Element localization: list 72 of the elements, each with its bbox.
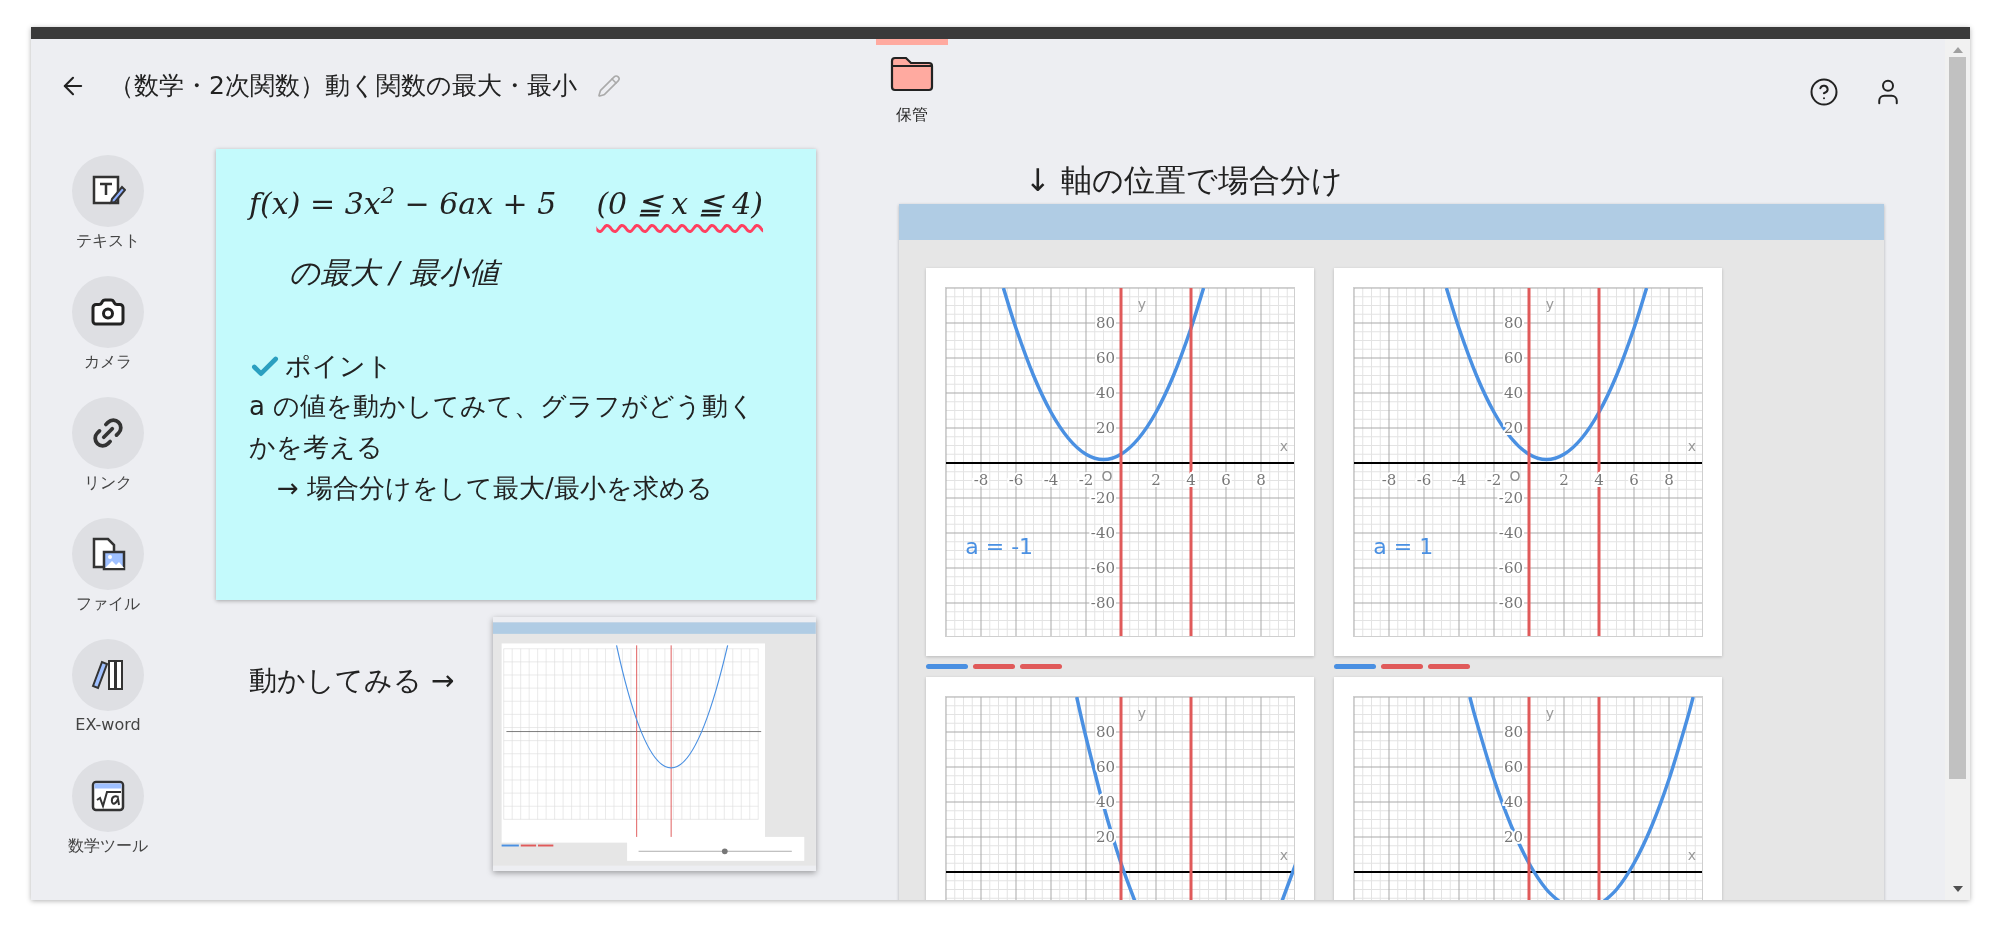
scroll-up-icon[interactable]	[1952, 47, 1963, 53]
parameter-label: a = -1	[965, 533, 1034, 559]
tick-label: 60	[1095, 757, 1115, 776]
tick-label: 40	[1503, 383, 1523, 402]
tick-label: 80	[1095, 313, 1115, 332]
tick-label: 20	[1503, 418, 1523, 437]
handwritten-domain: (0 ≦ x ≦ 4)	[596, 185, 764, 223]
tick-label: -6	[1008, 470, 1024, 489]
graph-tab[interactable]	[1334, 663, 1376, 669]
tick-label: 40	[1503, 792, 1523, 811]
tick-label: 80	[1503, 313, 1523, 332]
tick-label: -80	[1498, 593, 1523, 612]
tick-label: -4	[1451, 470, 1467, 489]
handwritten-formula: f(x) = 3x$^{2}$ − 6ax + 5	[249, 181, 557, 223]
point-step: → 場合分けをして最大/最小を求める	[277, 468, 816, 509]
axis-label: y	[1137, 295, 1147, 312]
tick-label: -8	[973, 470, 989, 489]
axis-label: x	[1279, 437, 1289, 454]
folder-icon	[889, 55, 935, 93]
tick-label: -40	[1090, 523, 1115, 542]
tick-label: 80	[1095, 722, 1115, 741]
math-tool-icon	[90, 778, 126, 814]
axis-label: y	[1137, 704, 1147, 721]
tick-label: 6	[1221, 470, 1231, 489]
origin-label: O	[1101, 467, 1113, 484]
tick-label: -6	[1416, 470, 1432, 489]
parameter-label: a = 1	[1373, 533, 1434, 559]
tick-label: 8	[1664, 470, 1674, 489]
axis-label: y	[1545, 295, 1555, 312]
tick-label: 60	[1503, 348, 1523, 367]
tick-label: -2	[1486, 470, 1502, 489]
tick-label: -60	[1090, 558, 1115, 577]
image-file-icon	[90, 536, 126, 572]
tick-label: 60	[1095, 348, 1115, 367]
tick-label: -20	[1498, 488, 1523, 507]
handwritten-note: の最大 / 最小値	[289, 254, 503, 292]
try-it-label: 動かしてみる →	[249, 663, 456, 699]
axis-label: x	[1687, 437, 1697, 454]
graph-tab[interactable]	[1020, 663, 1062, 669]
tick-label: -2	[1078, 470, 1094, 489]
tick-label: 60	[1503, 757, 1523, 776]
graph-tab[interactable]	[926, 663, 968, 669]
axis-label: x	[1279, 846, 1289, 863]
tick-label: -80	[1090, 593, 1115, 612]
tick-label: 8	[1256, 470, 1266, 489]
tick-label: 40	[1095, 383, 1115, 402]
tick-label: 80	[1503, 722, 1523, 741]
tick-label: 2	[1151, 470, 1161, 489]
tick-label: 20	[1095, 418, 1115, 437]
edit-icon[interactable]	[596, 73, 621, 98]
graph-tab[interactable]	[973, 663, 1015, 669]
tick-label: -60	[1498, 558, 1523, 577]
help-icon[interactable]	[1809, 77, 1839, 107]
section-heading: ↓ 軸の位置で場合分け	[1024, 161, 1344, 200]
point-heading: ポイント	[285, 350, 393, 383]
tick-label: -40	[1498, 523, 1523, 542]
graph-tab[interactable]	[1428, 663, 1470, 669]
tick-label: -8	[1381, 470, 1397, 489]
tick-label: 6	[1629, 470, 1639, 489]
scrollbar[interactable]	[1945, 39, 1970, 900]
axis-label: x	[1687, 846, 1697, 863]
tick-label: -4	[1043, 470, 1059, 489]
storage-tab[interactable]: 保管	[876, 39, 948, 127]
tick-label: 2	[1559, 470, 1569, 489]
document-title: （数学・2次関数）動く関数の最大・最小	[109, 70, 577, 102]
origin-label: O	[1509, 467, 1521, 484]
scroll-down-icon[interactable]	[1952, 886, 1963, 892]
axis-label: y	[1545, 704, 1555, 721]
point-text: a の値を動かしてみて、グラフがどう動くかを考える	[249, 390, 757, 464]
tick-label: -20	[1090, 488, 1115, 507]
graph-tab[interactable]	[1381, 663, 1423, 669]
books-icon	[90, 657, 126, 693]
